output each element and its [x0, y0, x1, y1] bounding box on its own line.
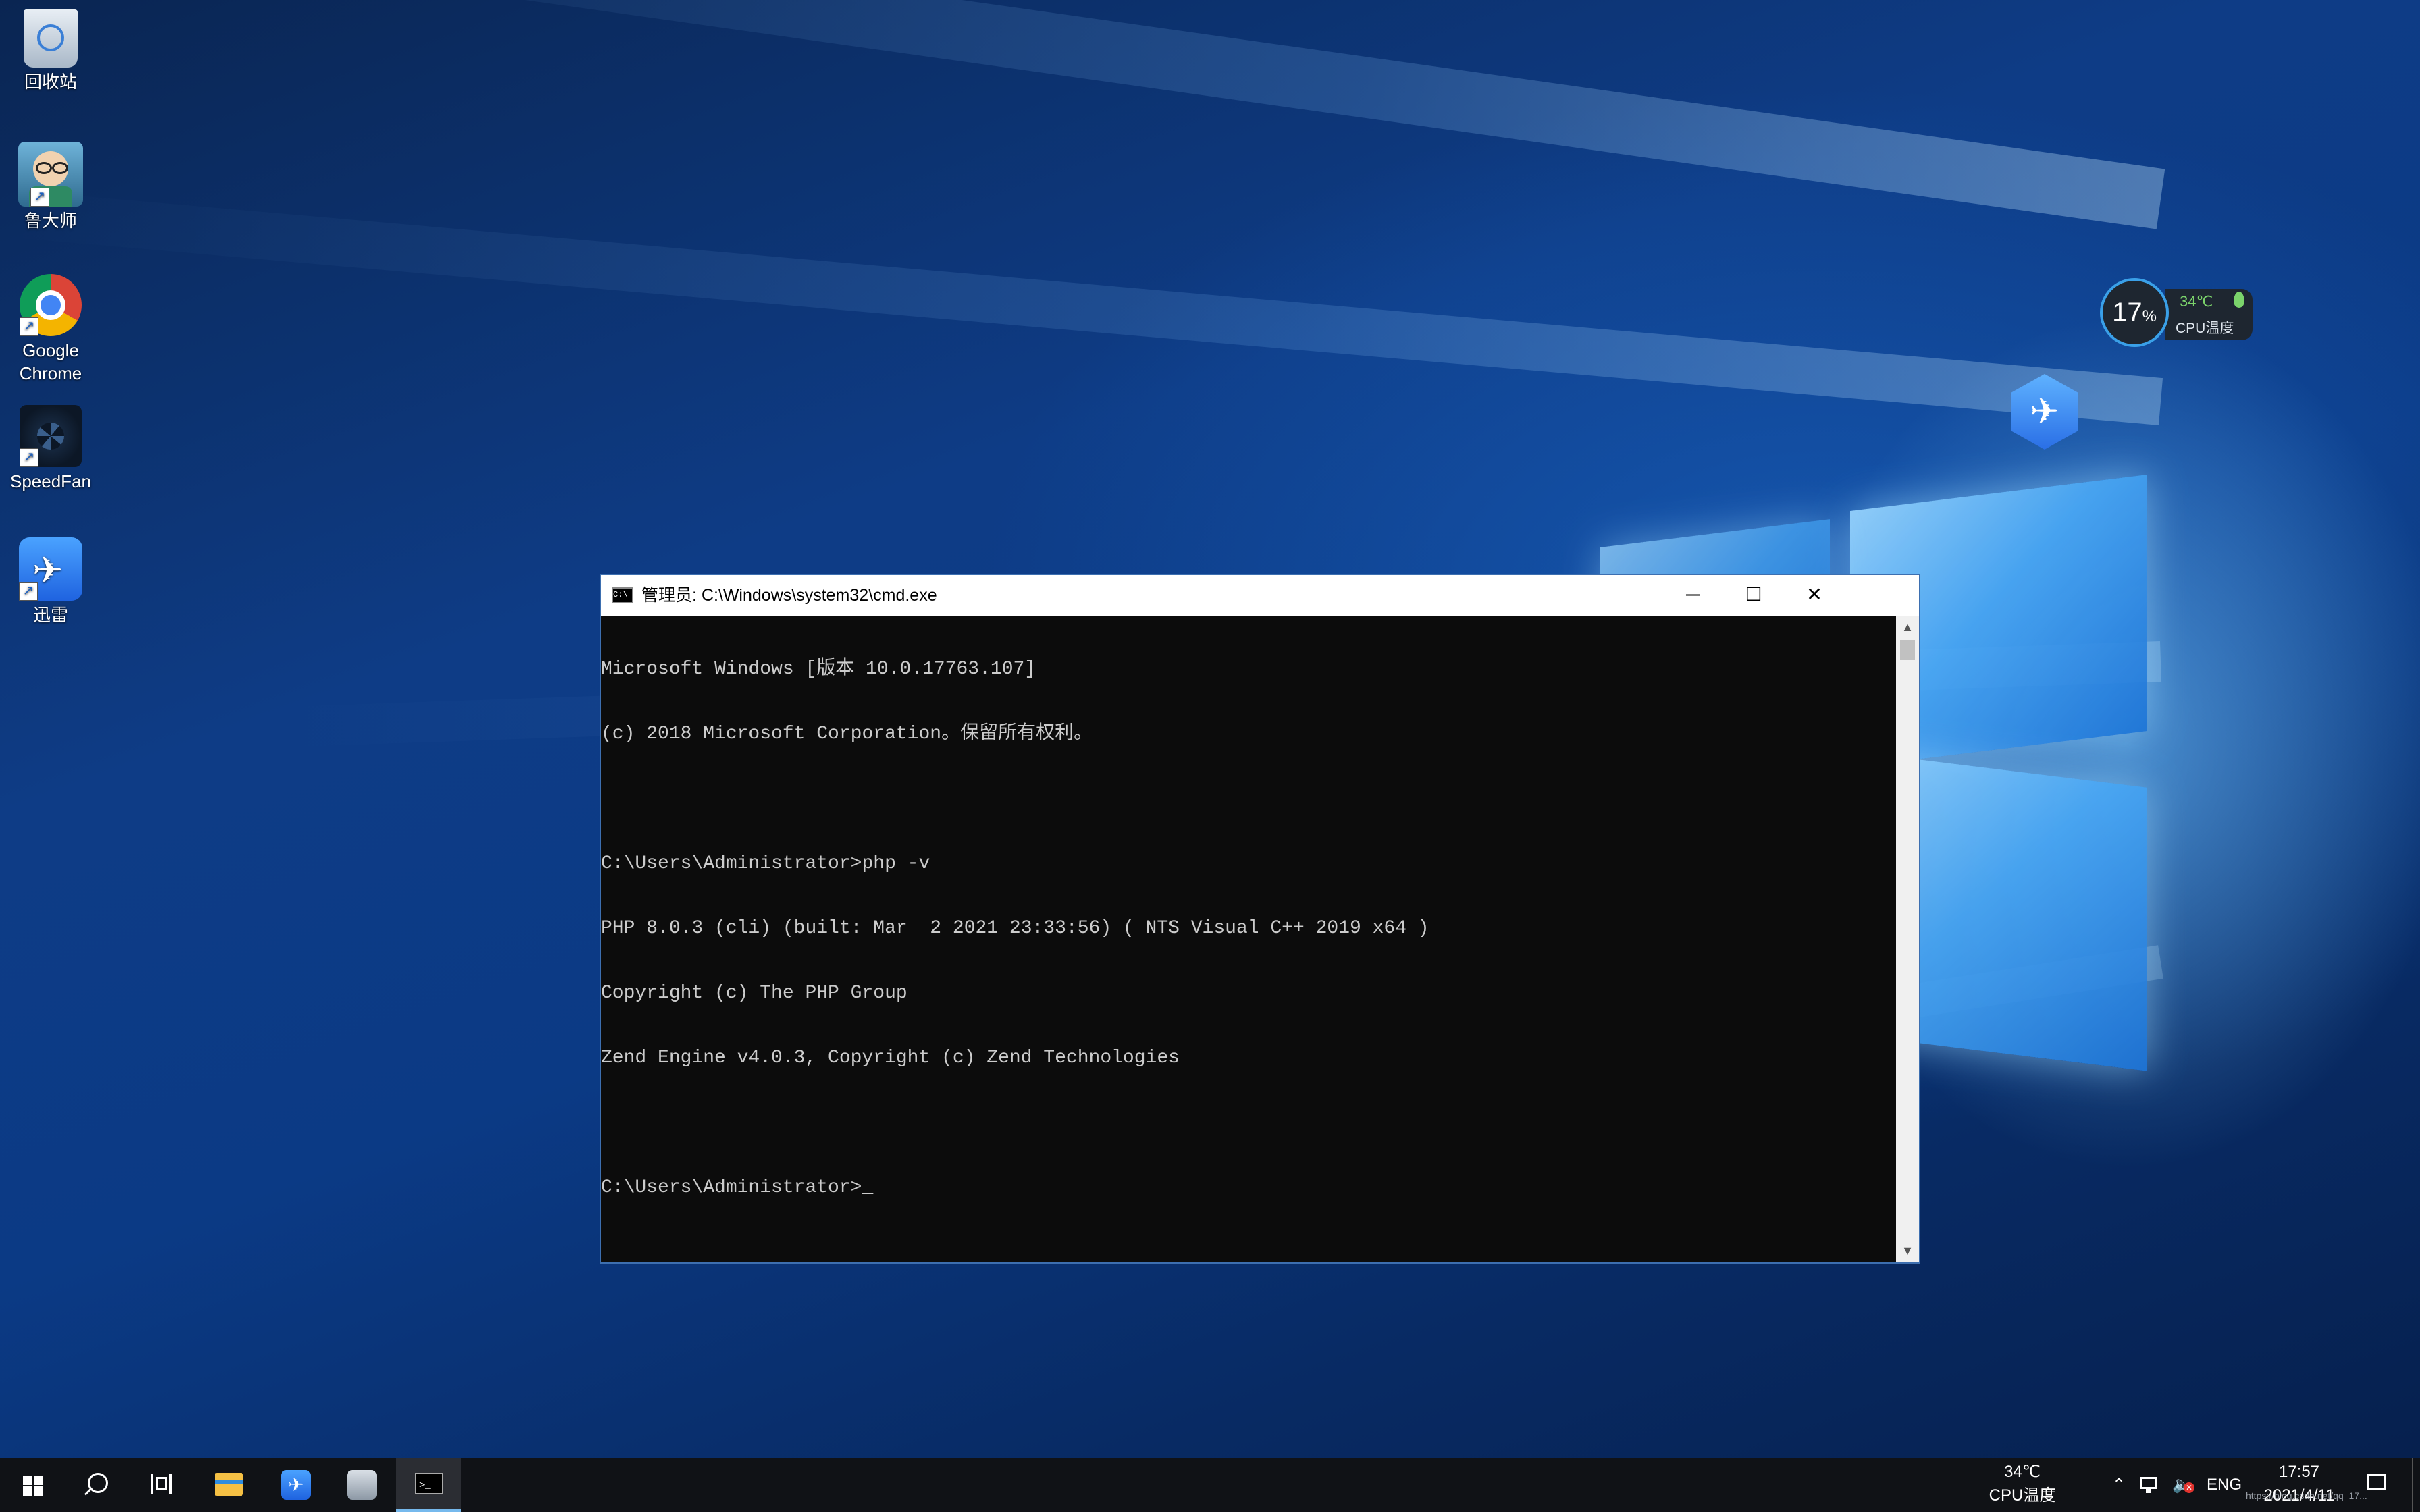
- cpu-temp-panel: 34℃ CPU温度: [2165, 289, 2253, 340]
- console-line: PHP 8.0.3 (cli) (built: Mar 2 2021 23:33…: [601, 918, 1429, 939]
- network-icon[interactable]: [2138, 1474, 2162, 1494]
- thunder-icon: ✈ ↗: [19, 537, 82, 601]
- chrome-icon: ↗: [20, 274, 82, 336]
- console-prompt-line: C:\Users\Administrator>_: [601, 1177, 874, 1198]
- desktop-icon-recycle-bin[interactable]: 回收站: [7, 9, 95, 93]
- chevron-up-icon: ⌃: [2111, 1476, 2126, 1494]
- taskbar-ludashi[interactable]: [330, 1458, 394, 1512]
- cpu-usage-gadget[interactable]: 34℃ CPU温度 17%: [2100, 278, 2253, 351]
- cpu-temp-label: CPU温度: [2176, 321, 2234, 336]
- desktop-icon-label: 迅雷: [32, 605, 68, 625]
- taskbar-cmd[interactable]: >_: [396, 1458, 461, 1512]
- console-line: Zend Engine v4.0.3, Copyright (c) Zend T…: [601, 1048, 1180, 1069]
- volume-muted-icon[interactable]: 🔈 ✕: [2169, 1472, 2196, 1498]
- cmd-window[interactable]: C:\ 管理员: C:\Windows\system32\cmd.exe ─ ☐…: [600, 574, 1920, 1264]
- cmd-icon: C:\: [612, 587, 633, 603]
- scroll-down-arrow-icon[interactable]: ▼: [1896, 1239, 1919, 1262]
- task-view-icon: [151, 1474, 172, 1494]
- notification-center-button[interactable]: [2362, 1472, 2392, 1498]
- desktop-icon-label: SpeedFan: [10, 471, 91, 491]
- input-language-indicator[interactable]: ENG: [2203, 1458, 2246, 1512]
- shortcut-arrow-icon: ↗: [30, 188, 49, 207]
- notification-icon: [2367, 1474, 2386, 1490]
- file-explorer-icon: [215, 1473, 243, 1496]
- start-icon: [23, 1476, 43, 1496]
- task-view-button[interactable]: [130, 1458, 194, 1512]
- scroll-thumb[interactable]: [1900, 640, 1915, 660]
- console-line: (c) 2018 Microsoft Corporation。保留所有权利。: [601, 724, 1093, 745]
- cmd-icon: >_: [415, 1473, 443, 1494]
- cmd-titlebar[interactable]: C:\ 管理员: C:\Windows\system32\cmd.exe ─ ☐…: [601, 575, 1919, 616]
- cpu-usage-ring: 17%: [2100, 278, 2169, 347]
- taskbar-file-explorer[interactable]: [196, 1458, 261, 1512]
- scroll-up-arrow-icon[interactable]: ▲: [1896, 616, 1919, 639]
- close-button[interactable]: ✕: [1784, 575, 1845, 616]
- shortcut-arrow-icon: ↗: [20, 448, 38, 467]
- thunder-icon: ✈: [281, 1470, 311, 1500]
- cpu-usage-value: 17: [2112, 298, 2142, 327]
- taskbar-thunder[interactable]: ✈: [263, 1458, 328, 1512]
- ludashi-icon: [347, 1470, 377, 1500]
- cmd-window-title: 管理员: C:\Windows\system32\cmd.exe: [641, 586, 937, 605]
- recycle-bin-icon: [24, 9, 78, 68]
- desktop-icon-speedfan[interactable]: ↗ SpeedFan: [7, 405, 95, 493]
- cmd-scrollbar[interactable]: ▲ ▼: [1896, 616, 1919, 1262]
- tray-cpu-temp-value: 34℃: [2004, 1463, 2041, 1481]
- minimize-button[interactable]: ─: [1662, 575, 1723, 616]
- start-button[interactable]: [0, 1458, 65, 1512]
- tray-cpu-temp[interactable]: 34℃ CPU温度: [1978, 1461, 2066, 1508]
- wallpaper-beam: [6, 190, 2163, 425]
- taskbar: ✈ >_ 34℃ CPU温度 ⌃ 🔈 ✕ ENG 17:57 2021/4/11 …: [0, 1458, 2420, 1512]
- shortcut-arrow-icon: ↗: [19, 582, 38, 601]
- tray-cpu-temp-label: CPU温度: [1989, 1486, 2056, 1505]
- maximize-button[interactable]: ☐: [1723, 575, 1784, 616]
- console-line: Microsoft Windows [版本 10.0.17763.107]: [601, 659, 1036, 680]
- desktop-icon-chrome[interactable]: ↗ Google Chrome: [7, 274, 95, 385]
- show-desktop-button[interactable]: [2412, 1458, 2420, 1512]
- cpu-usage-unit: %: [2142, 307, 2157, 325]
- leaf-icon: [2234, 292, 2244, 308]
- ludashi-icon: ↗: [18, 142, 83, 207]
- search-button[interactable]: [65, 1458, 130, 1512]
- wallpaper-beam: [150, 0, 2165, 230]
- desktop-icon-thunder[interactable]: ✈ ↗ 迅雷: [7, 537, 95, 626]
- speedfan-icon: ↗: [20, 405, 82, 467]
- console-line: C:\Users\Administrator>php -v: [601, 853, 930, 874]
- cpu-temp-value: 34℃: [2180, 293, 2213, 310]
- clock-time: 17:57: [2278, 1463, 2320, 1481]
- cmd-console[interactable]: Microsoft Windows [版本 10.0.17763.107] (c…: [601, 616, 1895, 1262]
- shortcut-arrow-icon: ↗: [20, 317, 38, 336]
- desktop-icon-label: Google Chrome: [19, 340, 82, 383]
- show-hidden-icons-button[interactable]: ⌃: [2105, 1472, 2132, 1498]
- desktop-icon-label: 回收站: [24, 72, 77, 92]
- console-line: Copyright (c) The PHP Group: [601, 983, 908, 1004]
- desktop-icon-label: 鲁大师: [24, 211, 77, 231]
- desktop-icon-ludashi[interactable]: ↗ 鲁大师: [7, 142, 95, 232]
